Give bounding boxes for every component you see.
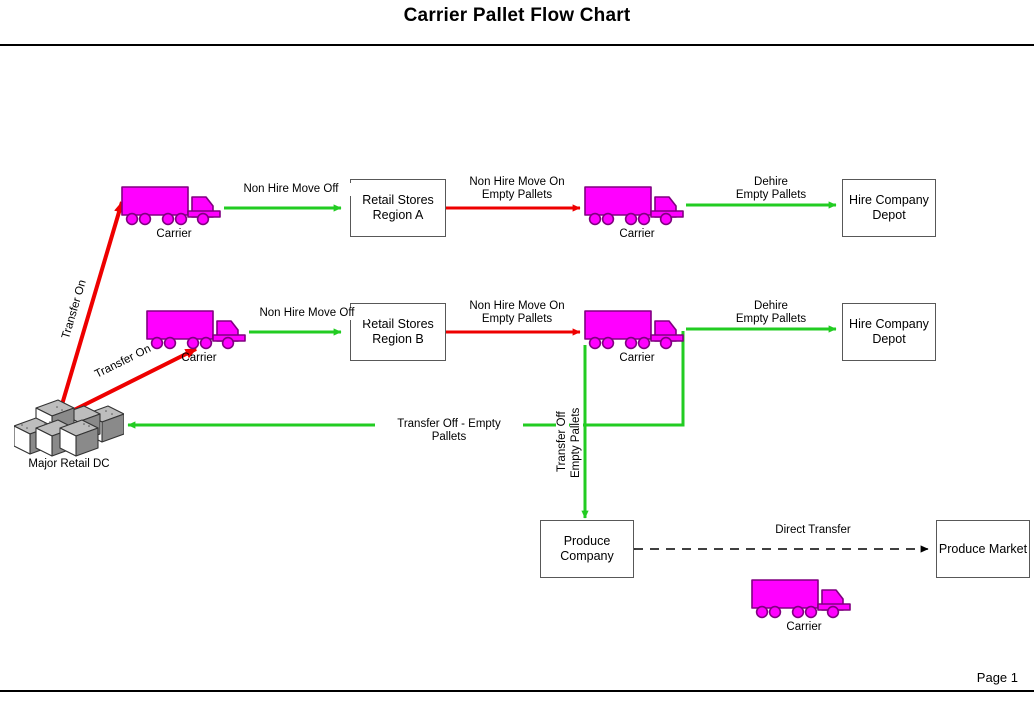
edge-label-transfer-on-top: Transfer On: [60, 278, 89, 341]
edge-label-non-hire-move-on-b: Non Hire Move On Empty Pallets: [453, 300, 581, 326]
edge-label-dehire-a: Dehire Empty Pallets: [714, 176, 828, 202]
edge-label-non-hire-move-on-a: Non Hire Move On Empty Pallets: [453, 176, 581, 202]
flow-chart-page: Carrier Pallet Flow Chart Retail Stores …: [0, 0, 1034, 703]
node-hire-company-depot-a[interactable]: Hire Company Depot: [842, 179, 936, 237]
carrier-row2-left-label: Carrier: [181, 352, 217, 364]
truck-icon: [584, 310, 684, 350]
node-produce-company[interactable]: Produce Company: [540, 520, 634, 578]
edge-label-transfer-off-line1: Transfer Off: [556, 390, 569, 472]
truck-icon: [146, 310, 246, 350]
carrier-row1-left[interactable]: Carrier: [120, 184, 228, 240]
edge-label-transfer-off-line2: Empty Pallets: [570, 390, 583, 478]
carrier-row2-left[interactable]: Carrier: [145, 308, 253, 364]
carrier-bottom[interactable]: Carrier: [750, 577, 858, 633]
carrier-row2-right-label: Carrier: [619, 352, 655, 364]
header-divider: [0, 44, 1034, 46]
node-retail-stores-region-a[interactable]: Retail Stores Region A: [350, 179, 446, 237]
node-hire-company-depot-b[interactable]: Hire Company Depot: [842, 303, 936, 361]
page-title: Carrier Pallet Flow Chart: [403, 5, 631, 26]
node-major-retail-dc-label: Major Retail DC: [28, 458, 110, 470]
node-major-retail-dc[interactable]: Major Retail DC: [13, 392, 125, 470]
edge-label-transfer-off-empty-pallets: Transfer Off - Empty Pallets: [375, 418, 523, 444]
page-number: Page 1: [976, 670, 1018, 685]
carrier-row1-right-label: Carrier: [619, 228, 655, 240]
edge-label-direct-transfer: Direct Transfer: [745, 524, 881, 537]
edge-label-non-hire-move-off-a: Non Hire Move Off: [230, 183, 352, 196]
truck-icon: [751, 579, 851, 619]
truck-icon: [121, 186, 221, 226]
edge-label-dehire-b: Dehire Empty Pallets: [714, 300, 828, 326]
carrier-row1-right[interactable]: Carrier: [583, 184, 691, 240]
carrier-row2-right[interactable]: Carrier: [583, 308, 691, 364]
warehouse-cubes-icon: [13, 399, 125, 457]
carrier-row1-left-label: Carrier: [156, 228, 192, 240]
node-produce-market[interactable]: Produce Market: [936, 520, 1030, 578]
edge-label-non-hire-move-off-b: Non Hire Move Off: [246, 307, 368, 320]
carrier-bottom-label: Carrier: [786, 621, 822, 633]
footer-divider: [0, 690, 1034, 692]
truck-icon: [584, 186, 684, 226]
